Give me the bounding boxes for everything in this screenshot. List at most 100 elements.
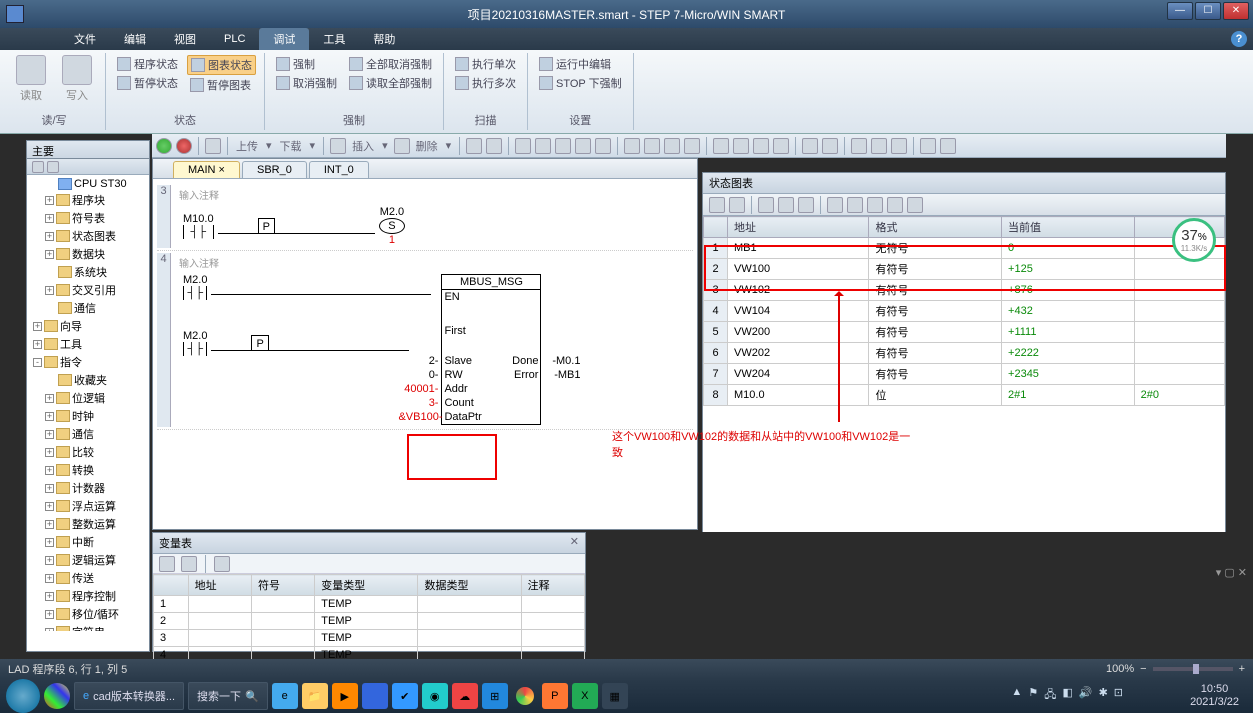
ribbon-图表状态[interactable]: 图表状态	[187, 55, 256, 75]
tree-node[interactable]: + 移位/循环	[29, 605, 147, 623]
run-icon[interactable]	[156, 138, 172, 154]
sc-tool-icon[interactable]	[758, 197, 774, 213]
toolbar-icon[interactable]	[486, 138, 502, 154]
tray-icon[interactable]: 🖧	[1044, 686, 1056, 705]
upload-label[interactable]: 上传	[234, 138, 260, 154]
project-tree[interactable]: CPU ST30+ 程序块+ 符号表+ 状态图表+ 数据块 系统块+ 交叉引用 …	[27, 175, 149, 631]
zoom-out-icon[interactable]: −	[1140, 663, 1146, 675]
insert-label[interactable]: 插入	[350, 138, 376, 154]
ribbon-暂停图表[interactable]: 暂停图表	[187, 76, 256, 94]
variable-table[interactable]: 地址符号变量类型数据类型注释1TEMP2TEMP3TEMP4TEMP	[153, 574, 585, 664]
tree-node[interactable]: + 浮点运算	[29, 497, 147, 515]
toolbar-icon[interactable]	[822, 138, 838, 154]
tree-node[interactable]: + 传送	[29, 569, 147, 587]
tree-node[interactable]: + 工具	[29, 335, 147, 353]
ie-icon[interactable]: e	[272, 683, 298, 709]
close-button[interactable]: ✕	[1223, 2, 1249, 20]
toolbar-icon[interactable]	[644, 138, 660, 154]
toolbar-icon[interactable]	[330, 138, 346, 154]
tree-node[interactable]: + 程序块	[29, 191, 147, 209]
ribbon-读取全部强制[interactable]: 读取全部强制	[346, 74, 435, 92]
tree-node[interactable]: + 比较	[29, 443, 147, 461]
start-button[interactable]	[6, 679, 40, 713]
ladder-area[interactable]: 3输入注释M10.0┤├PM2.0S14输入注释M2.0┤├M2.0┤├PMBU…	[153, 179, 697, 529]
ribbon-运行中编辑[interactable]: 运行中编辑	[536, 55, 625, 73]
tree-node[interactable]: + 转换	[29, 461, 147, 479]
stop-icon[interactable]	[176, 138, 192, 154]
ribbon-读取[interactable]: 读取	[11, 55, 51, 103]
toolbar-icon[interactable]	[595, 138, 611, 154]
toolbar-icon[interactable]	[871, 138, 887, 154]
toolbar-icon[interactable]	[753, 138, 769, 154]
tree-node[interactable]: + 交叉引用	[29, 281, 147, 299]
delete-label[interactable]: 删除	[414, 138, 440, 154]
editor-tab-MAIN[interactable]: MAIN ×	[173, 161, 240, 178]
toolbar-icon[interactable]	[773, 138, 789, 154]
tree-node[interactable]: + 位逻辑	[29, 389, 147, 407]
toolbar-icon[interactable]	[535, 138, 551, 154]
tray-icon[interactable]: ◧	[1062, 686, 1072, 705]
sc-tool-icon[interactable]	[887, 197, 903, 213]
taskbar-search[interactable]: 搜索一下🔍	[188, 682, 268, 710]
powerpoint-icon[interactable]: P	[542, 683, 568, 709]
ribbon-取消强制[interactable]: 取消强制	[273, 74, 340, 92]
chrome-icon[interactable]	[512, 683, 538, 709]
ribbon-全部取消强制[interactable]: 全部取消强制	[346, 55, 435, 73]
toolbar-icon[interactable]	[684, 138, 700, 154]
ribbon-写入[interactable]: 写入	[57, 55, 97, 103]
tree-node[interactable]: 系统块	[29, 263, 147, 281]
tree-node[interactable]: + 通信	[29, 425, 147, 443]
tray-icon[interactable]: ▲	[1011, 686, 1022, 705]
tree-node[interactable]: - 指令	[29, 353, 147, 371]
tree-node[interactable]: + 字符串	[29, 623, 147, 631]
toolbar-icon[interactable]	[940, 138, 956, 154]
vt-tool-icon[interactable]	[214, 556, 230, 572]
editor-tab-INT_0[interactable]: INT_0	[309, 161, 369, 178]
download-label[interactable]: 下载	[278, 138, 304, 154]
menu-视图[interactable]: 视图	[160, 28, 210, 50]
tree-node[interactable]: + 符号表	[29, 209, 147, 227]
ribbon-暂停状态[interactable]: 暂停状态	[114, 74, 181, 92]
system-clock[interactable]: 10:50 2021/3/22	[1182, 683, 1247, 709]
vt-tool-icon[interactable]	[159, 556, 175, 572]
toolbar-icon[interactable]	[713, 138, 729, 154]
app-icon[interactable]: ◉	[422, 683, 448, 709]
tree-node[interactable]: + 整数运算	[29, 515, 147, 533]
tray-icon[interactable]: ✱	[1099, 686, 1108, 705]
sc-tool-icon[interactable]	[709, 197, 725, 213]
tree-node[interactable]: + 计数器	[29, 479, 147, 497]
toolbar-icon[interactable]	[733, 138, 749, 154]
minimize-button[interactable]: —	[1167, 2, 1193, 20]
maximize-button[interactable]: ☐	[1195, 2, 1221, 20]
panel-control-icons[interactable]: ▾ ▢ ✕	[1216, 566, 1247, 579]
media-icon[interactable]: ▶	[332, 683, 358, 709]
toolbar-icon[interactable]	[394, 138, 410, 154]
ribbon-STOP 下强制[interactable]: STOP 下强制	[536, 74, 625, 92]
tree-node[interactable]: 通信	[29, 299, 147, 317]
menu-编辑[interactable]: 编辑	[110, 28, 160, 50]
toolbar-icon[interactable]	[891, 138, 907, 154]
toolbar-icon[interactable]	[851, 138, 867, 154]
excel-icon[interactable]: X	[572, 683, 598, 709]
sc-tool-icon[interactable]	[798, 197, 814, 213]
sc-tool-icon[interactable]	[729, 197, 745, 213]
app-icon[interactable]: ✔	[392, 683, 418, 709]
tray-icon[interactable]: 🔊	[1079, 686, 1093, 705]
zoom-slider[interactable]	[1153, 667, 1233, 671]
toolbar-icon[interactable]	[515, 138, 531, 154]
zoom-in-icon[interactable]: +	[1239, 663, 1245, 675]
tree-node[interactable]: + 状态图表	[29, 227, 147, 245]
tree-tool-icon[interactable]	[32, 161, 44, 173]
toolbar-icon[interactable]	[555, 138, 571, 154]
menu-调试[interactable]: 调试	[259, 28, 309, 50]
tree-node[interactable]: + 数据块	[29, 245, 147, 263]
menu-文件[interactable]: 文件	[60, 28, 110, 50]
help-icon[interactable]: ?	[1231, 31, 1247, 47]
tree-node[interactable]: CPU ST30	[29, 177, 147, 191]
toolbar-icon[interactable]	[920, 138, 936, 154]
explorer-icon[interactable]: 📁	[302, 683, 328, 709]
toolbar-icon[interactable]	[466, 138, 482, 154]
ribbon-执行单次[interactable]: 执行单次	[452, 55, 519, 73]
tree-node[interactable]: + 向导	[29, 317, 147, 335]
tray-icon[interactable]: ⊡	[1114, 686, 1123, 705]
